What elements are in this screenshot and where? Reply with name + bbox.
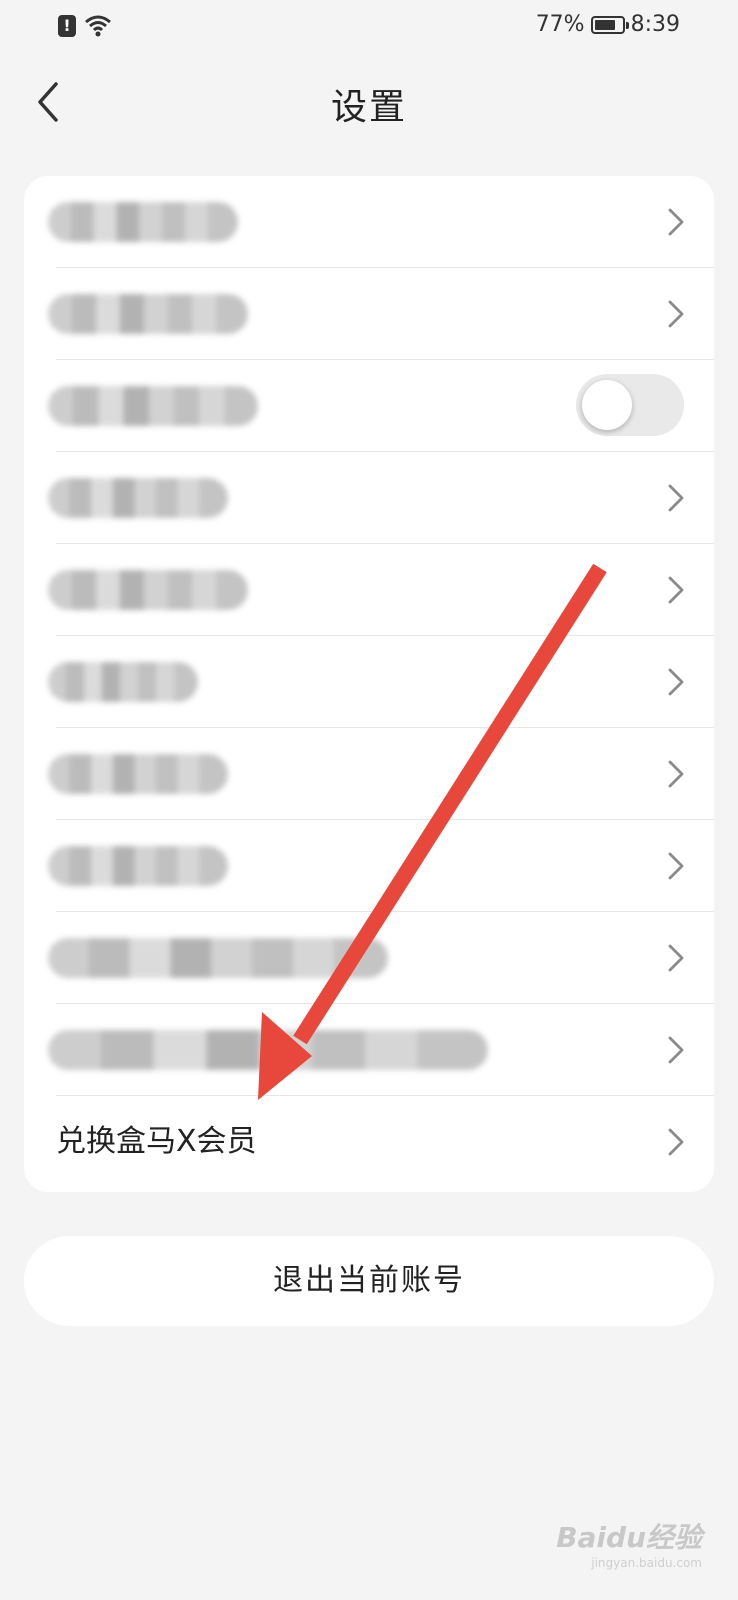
- wifi-icon: [85, 15, 111, 37]
- alert-icon: !: [58, 15, 76, 37]
- page-title: 设置: [330, 87, 407, 128]
- settings-row-label: 兑换盒马X会员: [56, 1124, 257, 1159]
- chevron-right-icon: [668, 944, 684, 972]
- watermark-text: Baidu经验: [556, 1521, 702, 1554]
- blurred-label: [48, 570, 248, 610]
- settings-row[interactable]: [24, 360, 714, 452]
- blurred-label: [48, 754, 228, 794]
- settings-row[interactable]: [24, 452, 714, 544]
- watermark-logo: Baidu经验 jingyan.baidu.com: [556, 1516, 702, 1570]
- settings-row[interactable]: [24, 820, 714, 912]
- settings-row[interactable]: [24, 912, 714, 1004]
- chevron-right-icon: [668, 300, 684, 328]
- chevron-right-icon: [668, 760, 684, 788]
- blurred-label: [48, 1030, 488, 1070]
- settings-row[interactable]: [24, 636, 714, 728]
- chevron-right-icon: [668, 1128, 684, 1156]
- settings-row[interactable]: [24, 1004, 714, 1096]
- blurred-label: [48, 938, 388, 978]
- blurred-label: [48, 386, 258, 426]
- battery-icon: [590, 15, 629, 34]
- blurred-label: [48, 662, 198, 702]
- status-right: 77% 8:39: [536, 12, 680, 37]
- chevron-right-icon: [668, 852, 684, 880]
- status-left: !: [58, 14, 112, 38]
- chevron-right-icon: [668, 1036, 684, 1064]
- chevron-right-icon: [668, 576, 684, 604]
- blurred-label: [48, 202, 238, 242]
- logout-button[interactable]: 退出当前账号: [24, 1236, 714, 1326]
- settings-row[interactable]: [24, 544, 714, 636]
- settings-row[interactable]: [24, 728, 714, 820]
- toggle-knob: [582, 380, 632, 430]
- chevron-right-icon: [668, 208, 684, 236]
- battery-fill: [594, 19, 615, 30]
- settings-row[interactable]: 兑换盒马X会员: [24, 1096, 714, 1188]
- clock: 8:39: [630, 12, 680, 37]
- chevron-right-icon: [668, 484, 684, 512]
- battery-percent: 77%: [535, 12, 585, 37]
- blurred-label: [48, 294, 248, 334]
- toggle-switch[interactable]: [576, 374, 684, 436]
- blurred-label: [48, 478, 228, 518]
- blurred-label: [48, 846, 228, 886]
- settings-card: 兑换盒马X会员: [24, 176, 714, 1192]
- chevron-right-icon: [668, 668, 684, 696]
- status-bar: ! 77% 8:39: [0, 0, 738, 56]
- header: 设置: [0, 60, 738, 144]
- settings-row[interactable]: [24, 268, 714, 360]
- settings-row[interactable]: [24, 176, 714, 268]
- watermark-sub: jingyan.baidu.com: [591, 1556, 702, 1570]
